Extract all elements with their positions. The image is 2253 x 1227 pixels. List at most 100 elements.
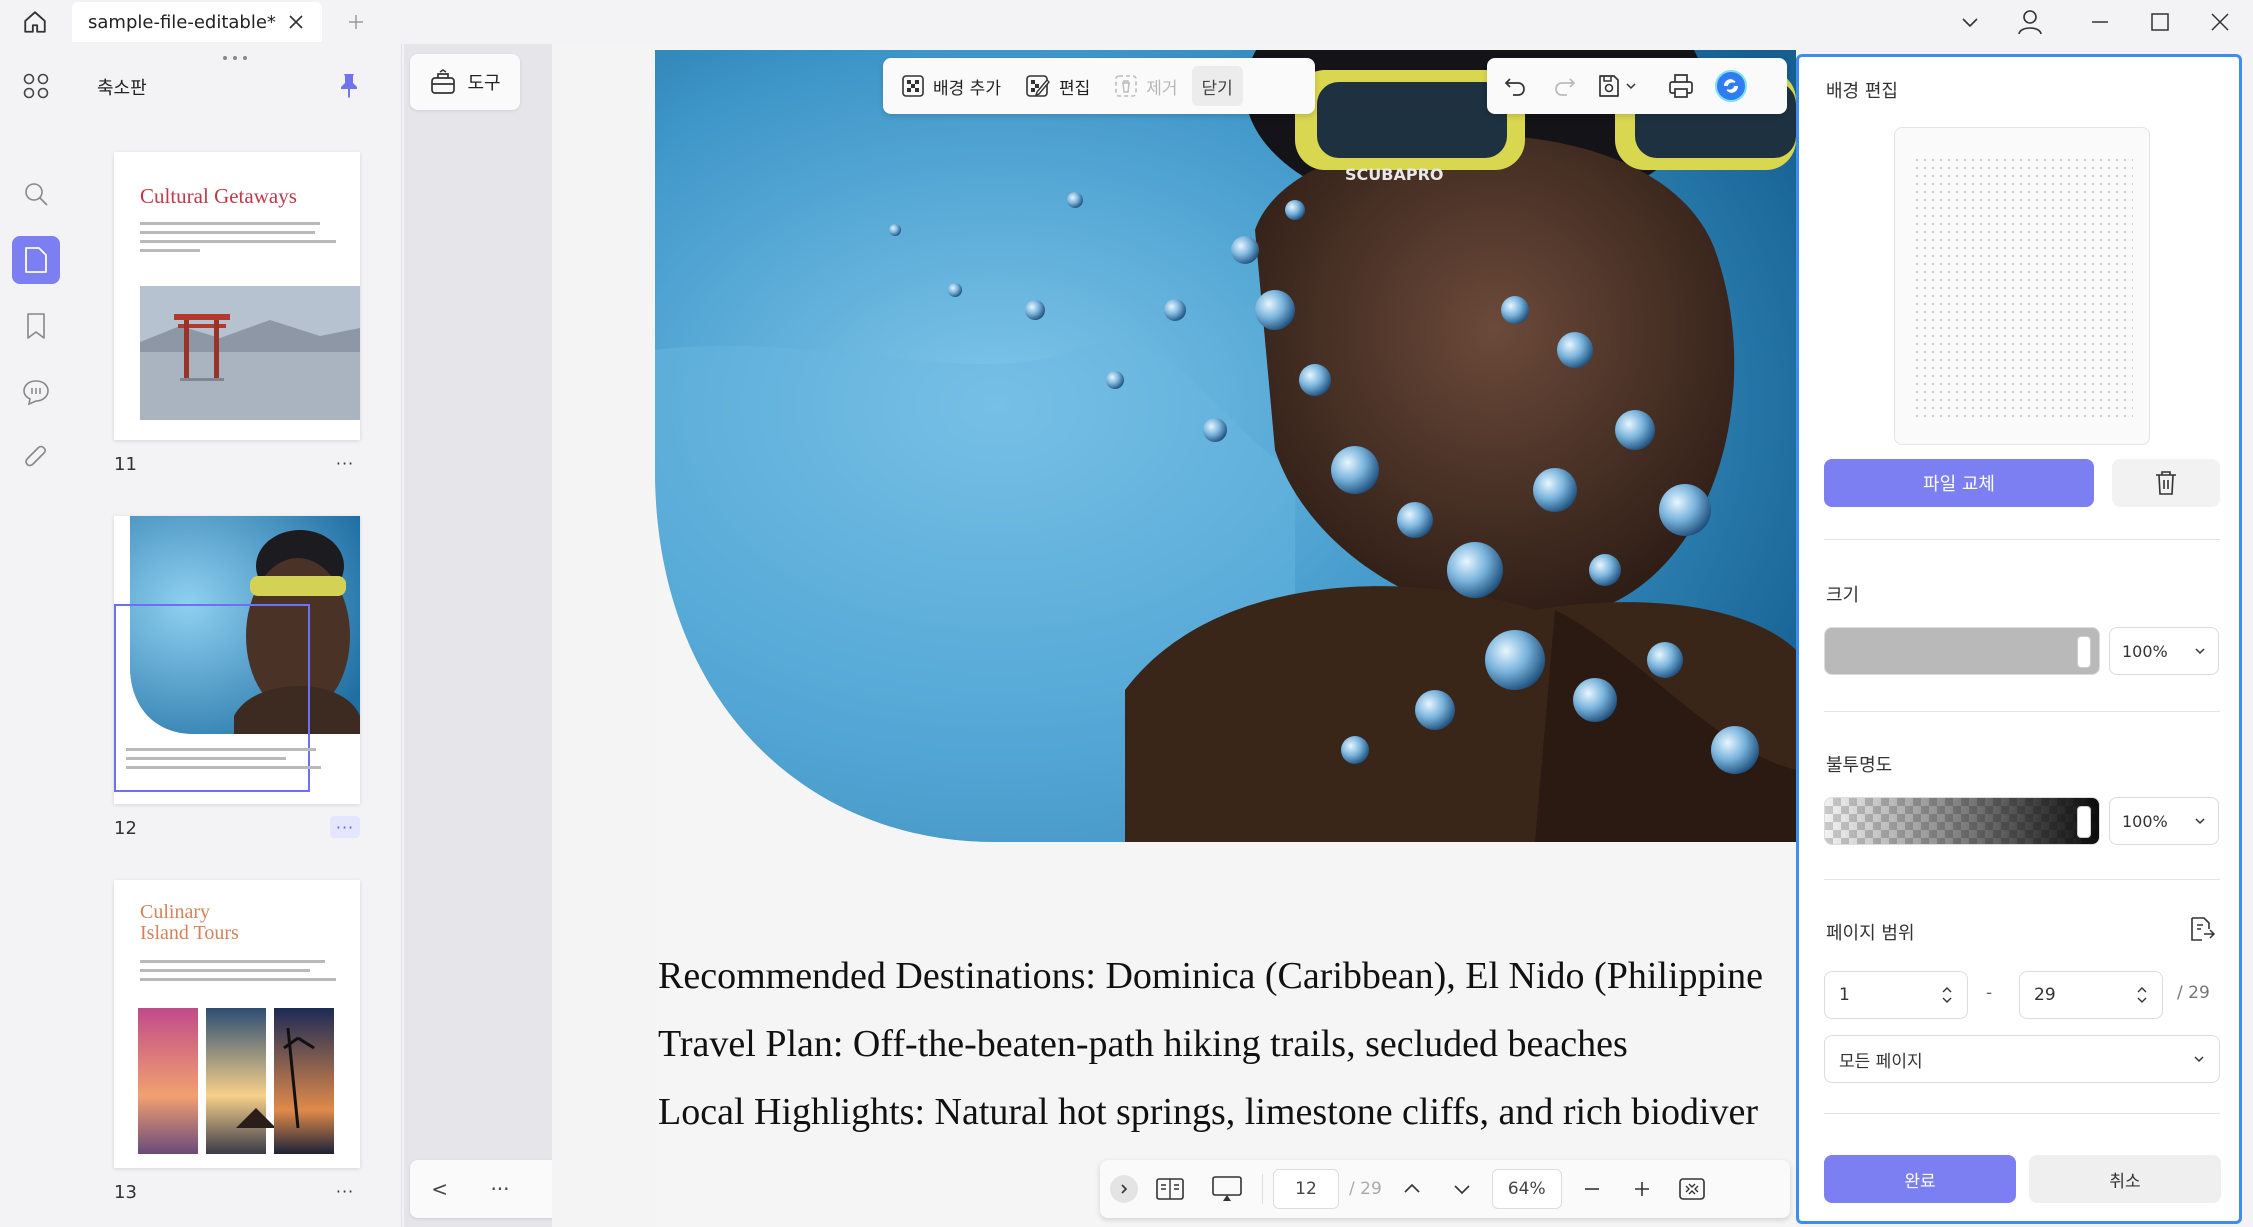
thumbnail-text-lines: [126, 748, 326, 775]
opacity-label: 불투명도: [1826, 755, 1893, 776]
thumbnail-more-button[interactable]: ···: [330, 452, 360, 474]
comments-button[interactable]: [12, 368, 60, 416]
home-button[interactable]: [14, 2, 56, 42]
size-select[interactable]: 100%: [2109, 627, 2219, 675]
preview-pattern: [1913, 156, 2133, 418]
thumbnail-more-button[interactable]: ···: [330, 1180, 360, 1202]
drag-handle[interactable]: [220, 54, 250, 62]
dropdown-button[interactable]: [1940, 0, 2000, 44]
tools-column: 도구 < ··· >: [404, 44, 590, 1227]
remove-background-icon: [1115, 75, 1138, 97]
document-viewport[interactable]: SCUBAPRO Recommended Destinations: Domin…: [552, 44, 1796, 1227]
toolbar-divider: [1262, 1174, 1263, 1204]
zoom-in-button[interactable]: [1622, 1169, 1662, 1209]
redo-button[interactable]: [1547, 68, 1583, 104]
window-close-button[interactable]: [2190, 0, 2250, 44]
slider-handle[interactable]: [2077, 636, 2091, 668]
range-separator: -: [1986, 983, 1993, 1003]
add-background-button[interactable]: 배경 추가: [891, 66, 1011, 106]
pin-icon: [341, 74, 357, 98]
add-background-label: 배경 추가: [933, 78, 1001, 99]
page-icon: [25, 247, 47, 273]
page-number-input[interactable]: 12: [1273, 1169, 1339, 1209]
plus-icon: [349, 15, 363, 29]
total-pages-label: / 29: [1349, 1179, 1382, 1199]
thumbnail-more-button[interactable]: ···: [330, 816, 360, 838]
chevron-up-icon: [1404, 1183, 1420, 1193]
range-end-input[interactable]: 29: [2019, 971, 2163, 1019]
opacity-slider[interactable]: [1824, 797, 2100, 845]
more-nav-button[interactable]: ···: [490, 1177, 509, 1201]
previous-page-button[interactable]: <: [431, 1177, 448, 1201]
divider: [1824, 539, 2220, 540]
chevron-down-icon: [1454, 1185, 1470, 1195]
close-edit-button[interactable]: 닫기: [1191, 66, 1243, 106]
next-page-button[interactable]: [1442, 1169, 1482, 1209]
pin-panel-button[interactable]: [334, 70, 364, 100]
bookmarks-button[interactable]: [12, 302, 60, 350]
background-edit-panel: 배경 편집 파일 교체 크기 100% 불투명도 100% 페이지 범위 1 -…: [1796, 54, 2242, 1224]
slideshow-icon: [1212, 1176, 1242, 1201]
background-preview: [1894, 127, 2150, 445]
minus-icon: [1584, 1188, 1599, 1190]
edit-background-button[interactable]: 편집: [1015, 66, 1100, 106]
ai-assistant-button[interactable]: [1713, 68, 1749, 104]
thumbnail-heading-line: Culinary: [140, 901, 210, 923]
replace-file-button[interactable]: 파일 교체: [1824, 459, 2094, 507]
delete-background-button[interactable]: [2112, 459, 2220, 507]
undo-button[interactable]: [1497, 68, 1533, 104]
thumbnails-button[interactable]: [12, 236, 60, 284]
previous-page-button[interactable]: [1392, 1169, 1432, 1209]
page-subset-select[interactable]: 모든 페이지: [1824, 1035, 2220, 1083]
home-icon: [24, 11, 46, 33]
divider: [1824, 879, 2220, 880]
search-button[interactable]: [12, 170, 60, 218]
thumbnail-page-11[interactable]: Cultural Getaways: [114, 152, 360, 440]
save-icon: [1599, 75, 1619, 97]
maximize-button[interactable]: [2130, 0, 2190, 44]
attachments-button[interactable]: [12, 434, 60, 482]
tab-close-button[interactable]: [284, 10, 308, 34]
chevron-down-icon: [2195, 818, 2205, 825]
minimize-button[interactable]: [2070, 0, 2130, 44]
file-toolbar: [1487, 58, 1787, 114]
size-slider[interactable]: [1824, 627, 2100, 675]
remove-label: 제거: [1146, 78, 1178, 99]
stepper-icon[interactable]: [1941, 983, 1953, 1007]
organize-pages-button[interactable]: [12, 62, 60, 110]
opacity-select[interactable]: 100%: [2109, 797, 2219, 845]
new-tab-button[interactable]: [340, 6, 372, 38]
document-tab[interactable]: sample-file-editable*: [72, 2, 322, 42]
tools-button[interactable]: 도구: [410, 54, 520, 110]
background-edit-toolbar: 배경 추가 편집 제거 닫기: [883, 58, 1315, 114]
save-button[interactable]: [1597, 68, 1649, 104]
range-start-input[interactable]: 1: [1824, 971, 1968, 1019]
document-page: SCUBAPRO Recommended Destinations: Domin…: [655, 50, 1796, 1227]
book-view-icon: [1156, 1178, 1184, 1200]
page-layout-button[interactable]: [1148, 1169, 1192, 1209]
size-label: 크기: [1826, 585, 1860, 606]
close-icon: [2211, 13, 2229, 31]
range-total-label: / 29: [2177, 983, 2210, 1003]
stepper-icon[interactable]: [2136, 983, 2148, 1007]
remove-background-button[interactable]: 제거: [1104, 66, 1187, 106]
thumbnail-page-13[interactable]: Culinary Island Tours: [114, 880, 360, 1168]
redo-icon: [1555, 78, 1576, 96]
expand-button[interactable]: [1110, 1175, 1138, 1203]
chevron-down-icon: [2195, 648, 2205, 655]
custom-range-button[interactable]: [2184, 911, 2220, 947]
fit-page-button[interactable]: [1672, 1169, 1712, 1209]
presentation-button[interactable]: [1202, 1169, 1252, 1209]
zoom-level-input[interactable]: 64%: [1491, 1169, 1562, 1209]
slider-handle[interactable]: [2077, 806, 2091, 838]
chevron-down-icon: [1626, 83, 1636, 90]
account-button[interactable]: [2000, 0, 2060, 44]
document-text-line: Travel Plan: Off-the-beaten-path hiking …: [658, 1023, 1628, 1065]
thumbnail-page-12[interactable]: [114, 516, 360, 804]
bottom-toolbar: 12 / 29 64%: [1100, 1160, 1790, 1218]
done-button[interactable]: 완료: [1824, 1155, 2016, 1203]
page-range-icon: [2191, 917, 2216, 941]
print-button[interactable]: [1663, 68, 1699, 104]
cancel-button[interactable]: 취소: [2029, 1155, 2221, 1203]
zoom-out-button[interactable]: [1572, 1169, 1612, 1209]
